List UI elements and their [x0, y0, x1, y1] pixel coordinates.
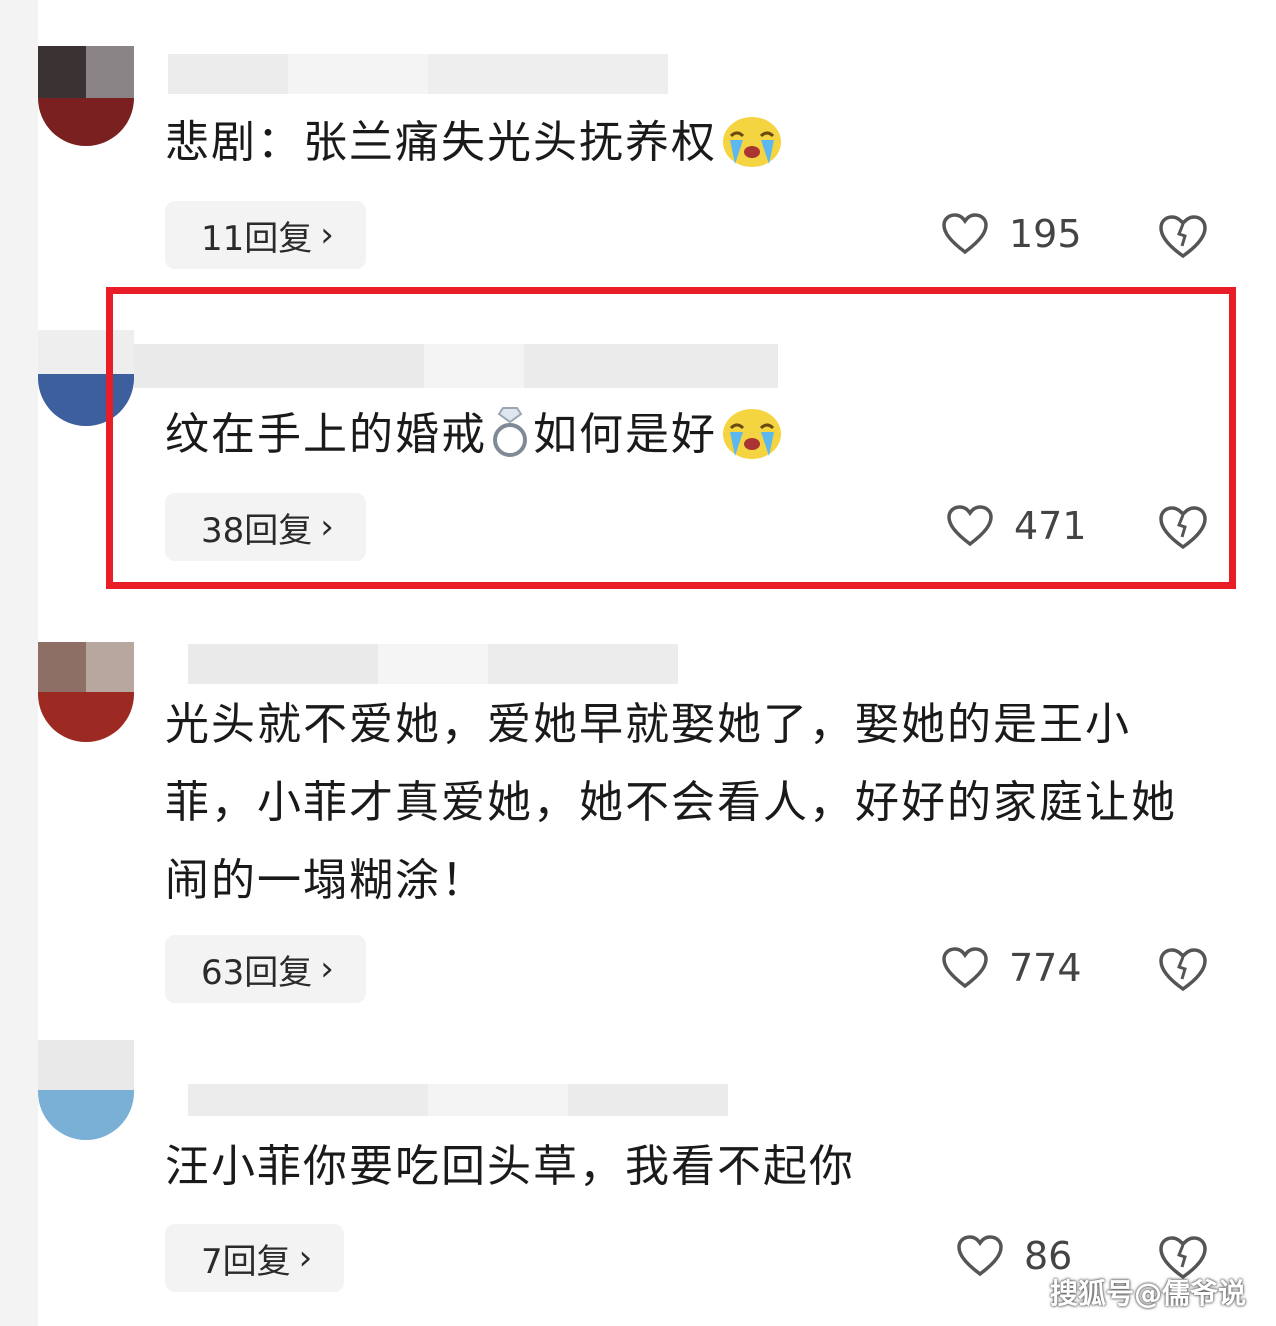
avatar[interactable]: [38, 642, 134, 742]
comment-text: 光头就不爱她，爱她早就娶她了，娶她的是王小菲，小菲才真爱她，她不会看人，好好的家…: [165, 699, 1177, 906]
username-blurred: [168, 54, 668, 94]
heart-icon: [942, 947, 988, 989]
like-count: 195: [1009, 212, 1082, 256]
avatar[interactable]: [38, 1040, 134, 1140]
like-button[interactable]: 195: [941, 212, 1082, 256]
left-margin: [0, 0, 38, 1326]
reply-count-button[interactable]: 7回复 ›: [165, 1224, 345, 1292]
chevron-right-icon: ›: [320, 949, 334, 989]
dislike-heart-icon[interactable]: [1158, 214, 1208, 260]
heart-icon: [942, 213, 988, 255]
crying-face-emoji: [723, 117, 781, 167]
username-blurred: [188, 1084, 728, 1116]
reply-count-button[interactable]: 63回复 ›: [165, 935, 366, 1003]
heart-icon: [957, 1235, 1003, 1277]
reply-count-label: 63回复: [201, 952, 313, 993]
like-button[interactable]: 774: [941, 946, 1082, 990]
comment-item: 光头就不爱她，爱她早就娶她了，娶她的是王小菲，小菲才真爱她，她不会看人，好好的家…: [38, 590, 1276, 1030]
reply-count-label: 7回复: [201, 1241, 291, 1282]
avatar[interactable]: [38, 46, 134, 146]
comment-item: 悲剧：张兰痛失光头抚养权 11回复 › 195: [38, 0, 1276, 290]
like-count: 774: [1009, 946, 1082, 990]
reply-count-button[interactable]: 11回复 ›: [165, 201, 366, 269]
comment-text: 汪小菲你要吃回头草，我看不起你: [165, 1141, 855, 1192]
dislike-heart-icon[interactable]: [1158, 947, 1208, 993]
watermark: 搜狐号@儒爷说: [1049, 1277, 1246, 1310]
highlight-box: [106, 287, 1236, 589]
username-blurred: [188, 644, 678, 684]
comment-text: 悲剧：张兰痛失光头抚养权: [165, 104, 783, 182]
chevron-right-icon: ›: [298, 1238, 313, 1278]
comment-list-screenshot: 悲剧：张兰痛失光头抚养权 11回复 › 195 纹在手上的婚戒 如何是好 38回复…: [0, 0, 1276, 1326]
chevron-right-icon: ›: [320, 215, 334, 255]
reply-count-label: 11回复: [201, 218, 313, 259]
